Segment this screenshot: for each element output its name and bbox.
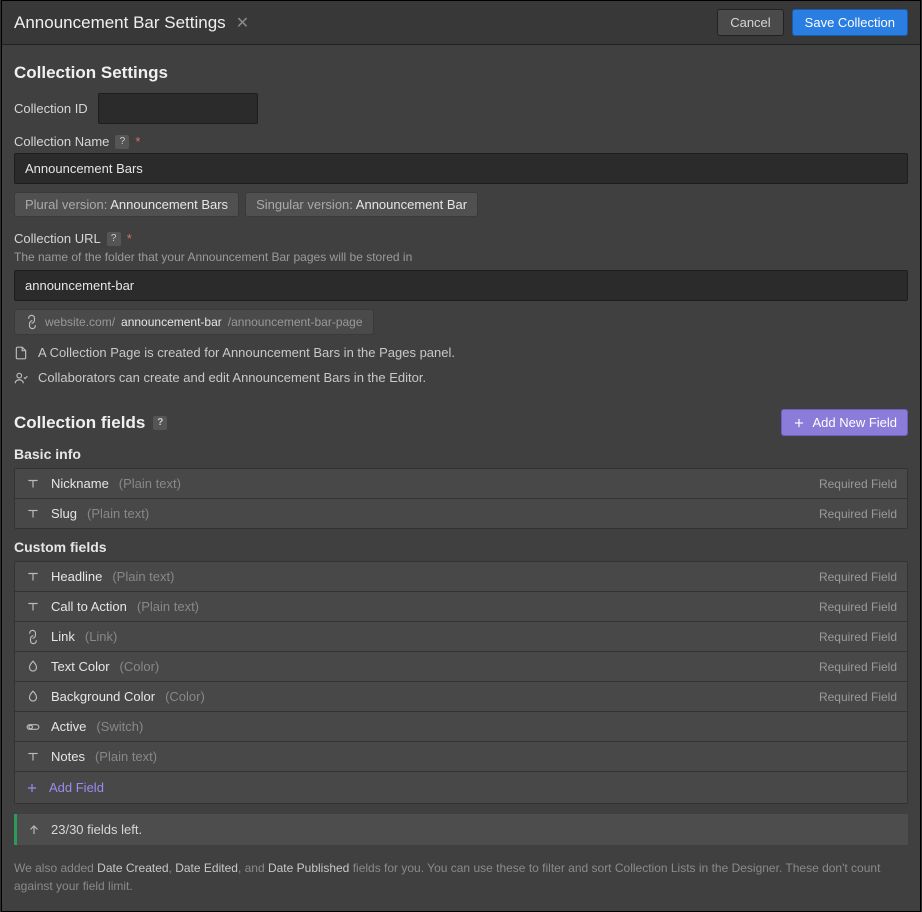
cancel-button[interactable]: Cancel (717, 9, 783, 36)
add-new-field-button[interactable]: Add New Field (781, 409, 908, 436)
required-field-label: Required Field (819, 570, 897, 584)
field-row[interactable]: Link (Link) Required Field (15, 621, 907, 651)
collection-name-label: Collection Name (14, 134, 109, 149)
color-icon (25, 690, 41, 704)
field-type: (Plain text) (87, 506, 149, 521)
add-new-field-label: Add New Field (812, 415, 897, 430)
field-row[interactable]: Call to Action (Plain text) Required Field (15, 591, 907, 621)
field-type: (Plain text) (119, 476, 181, 491)
field-row[interactable]: Active (Switch) (15, 711, 907, 741)
field-name: Text Color (51, 659, 110, 674)
field-name: Link (51, 629, 75, 644)
field-type: (Color) (165, 689, 205, 704)
required-field-label: Required Field (819, 507, 897, 521)
text-icon (25, 600, 41, 614)
field-type: (Color) (120, 659, 160, 674)
plural-value: Announcement Bars (110, 197, 228, 212)
collection-url-note: The name of the folder that your Announc… (14, 250, 908, 264)
footer-note: We also added Date Created, Date Edited,… (14, 859, 908, 895)
field-row[interactable]: Nickname (Plain text) Required Field (15, 469, 907, 498)
fields-counter: 23/30 fields left. (14, 814, 908, 845)
field-type: (Plain text) (137, 599, 199, 614)
field-type: (Plain text) (95, 749, 157, 764)
basic-info-heading: Basic info (14, 446, 908, 462)
field-row[interactable]: Background Color (Color) Required Field (15, 681, 907, 711)
field-row[interactable]: Notes (Plain text) (15, 741, 907, 771)
required-field-label: Required Field (819, 600, 897, 614)
link-icon (22, 312, 42, 332)
help-icon[interactable]: ? (107, 232, 121, 246)
field-row[interactable]: Headline (Plain text) Required Field (15, 562, 907, 591)
required-star: * (127, 231, 132, 246)
field-type: (Switch) (96, 719, 143, 734)
singular-value: Announcement Bar (356, 197, 467, 212)
text-icon (25, 570, 41, 584)
field-name: Slug (51, 506, 77, 521)
info-collaborators: Collaborators can create and edit Announ… (38, 370, 426, 385)
fields-counter-text: 23/30 fields left. (51, 822, 142, 837)
field-name: Notes (51, 749, 85, 764)
collection-name-input[interactable] (14, 153, 908, 184)
switch-icon (25, 720, 41, 734)
custom-fields-list: Headline(Plain text)Required FieldCall t… (14, 561, 908, 804)
url-preview-slug: announcement-bar (121, 315, 222, 329)
plus-icon (792, 416, 806, 430)
help-icon[interactable]: ? (153, 416, 167, 430)
text-icon (25, 477, 41, 491)
settings-modal: Announcement Bar Settings ✕ Cancel Save … (1, 0, 921, 912)
field-row[interactable]: Slug (Plain text) Required Field (15, 498, 907, 528)
color-icon (25, 660, 41, 674)
modal-title: Announcement Bar Settings (14, 13, 226, 33)
collection-settings-heading: Collection Settings (14, 63, 908, 83)
plus-icon (25, 781, 39, 795)
singular-prefix: Singular version: (256, 197, 356, 212)
plural-version-pill[interactable]: Plural version: Announcement Bars (14, 192, 239, 217)
field-name: Active (51, 719, 86, 734)
info-page-created: A Collection Page is created for Announc… (38, 345, 455, 360)
required-field-label: Required Field (819, 690, 897, 704)
field-type: (Plain text) (112, 569, 174, 584)
field-name: Headline (51, 569, 102, 584)
custom-fields-heading: Custom fields (14, 539, 908, 555)
required-field-label: Required Field (819, 477, 897, 491)
add-field-label: Add Field (49, 780, 104, 795)
plural-prefix: Plural version: (25, 197, 110, 212)
arrow-up-icon (27, 823, 41, 837)
text-icon (25, 750, 41, 764)
link-icon (25, 630, 41, 644)
url-preview-domain: website.com/ (45, 315, 115, 329)
field-row[interactable]: Text Color (Color) Required Field (15, 651, 907, 681)
required-field-label: Required Field (819, 660, 897, 674)
collection-url-label: Collection URL (14, 231, 101, 246)
close-icon[interactable]: ✕ (236, 13, 249, 33)
collection-id-label: Collection ID (14, 101, 88, 116)
collection-id-input[interactable] (98, 93, 258, 124)
collection-fields-heading: Collection fields (14, 413, 145, 433)
add-field-row[interactable]: Add Field (15, 771, 907, 803)
save-collection-button[interactable]: Save Collection (792, 9, 908, 36)
singular-version-pill[interactable]: Singular version: Announcement Bar (245, 192, 478, 217)
collection-url-input[interactable] (14, 270, 908, 301)
url-preview: website.com/announcement-bar/announcemen… (14, 309, 374, 335)
field-name: Background Color (51, 689, 155, 704)
help-icon[interactable]: ? (115, 135, 129, 149)
modal-header: Announcement Bar Settings ✕ Cancel Save … (2, 1, 920, 45)
url-preview-page: /announcement-bar-page (228, 315, 363, 329)
field-type: (Link) (85, 629, 118, 644)
required-star: * (135, 134, 140, 149)
basic-fields-list: Nickname (Plain text) Required Field Slug (P… (14, 468, 908, 529)
text-icon (25, 507, 41, 521)
field-name: Nickname (51, 476, 109, 491)
collaborators-icon (14, 371, 28, 385)
page-icon (14, 346, 28, 360)
field-name: Call to Action (51, 599, 127, 614)
required-field-label: Required Field (819, 630, 897, 644)
